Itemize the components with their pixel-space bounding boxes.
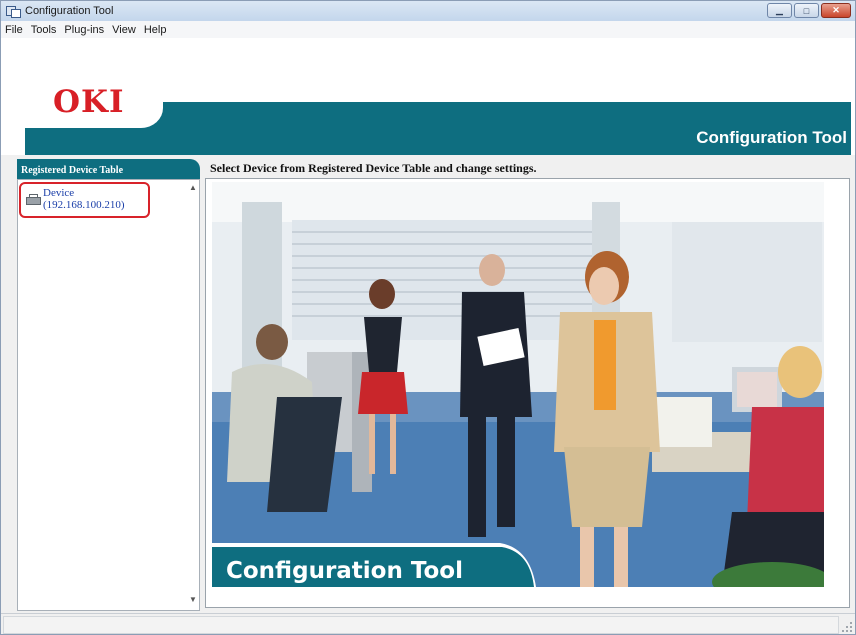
device-label[interactable]: Device (192.168.100.210) [43, 187, 125, 211]
instruction-text: Select Device from Registered Device Tab… [210, 161, 537, 175]
menu-file[interactable]: File [1, 24, 27, 36]
title-bar[interactable]: Configuration Tool ▁ □ ✕ [1, 1, 855, 21]
status-bar [1, 613, 855, 634]
menu-help[interactable]: Help [140, 24, 171, 36]
menu-bar: File Tools Plug-ins View Help [1, 21, 855, 38]
header-title: Configuration Tool [696, 128, 847, 147]
oki-logo: OKI [53, 84, 125, 120]
scroll-up-icon[interactable]: ▲ [187, 182, 199, 194]
registered-device-tab[interactable]: Registered Device Table [17, 159, 200, 179]
office-scene-illustration [212, 182, 824, 587]
minimize-icon: ▁ [776, 5, 783, 15]
app-window: Configuration Tool ▁ □ ✕ File Tools Plug… [0, 0, 856, 635]
printer-icon [26, 194, 41, 205]
splash-image-frame: Configuration Tool [205, 178, 850, 608]
window-title: Configuration Tool [25, 5, 114, 17]
app-icon [6, 5, 21, 18]
device-list-scrollbar[interactable]: ▲ ▼ [187, 180, 199, 610]
menu-view[interactable]: View [108, 24, 140, 36]
banner-title: Configuration Tool [226, 558, 463, 584]
device-list[interactable]: Device (192.168.100.210) ▲ ▼ [17, 179, 200, 611]
window-controls: ▁ □ ✕ [765, 3, 851, 18]
maximize-icon: □ [803, 5, 810, 16]
office-photo: Configuration Tool [212, 182, 824, 587]
maximize-button[interactable]: □ [794, 3, 819, 18]
device-item[interactable]: Device (192.168.100.210) [19, 182, 150, 218]
close-icon: ✕ [832, 5, 840, 15]
menu-plug-ins[interactable]: Plug-ins [60, 24, 108, 36]
app-header: OKI Configuration Tool [1, 38, 855, 155]
device-address: (192.168.100.210) [43, 199, 125, 211]
resize-grip-icon[interactable] [842, 622, 852, 632]
menu-tools[interactable]: Tools [27, 24, 61, 36]
close-button[interactable]: ✕ [821, 3, 851, 18]
registered-device-panel: Registered Device Table Device (192.168.… [17, 159, 200, 611]
status-text [3, 616, 839, 634]
device-name: Device [43, 187, 75, 199]
minimize-button[interactable]: ▁ [767, 3, 792, 18]
scroll-down-icon[interactable]: ▼ [187, 594, 199, 606]
